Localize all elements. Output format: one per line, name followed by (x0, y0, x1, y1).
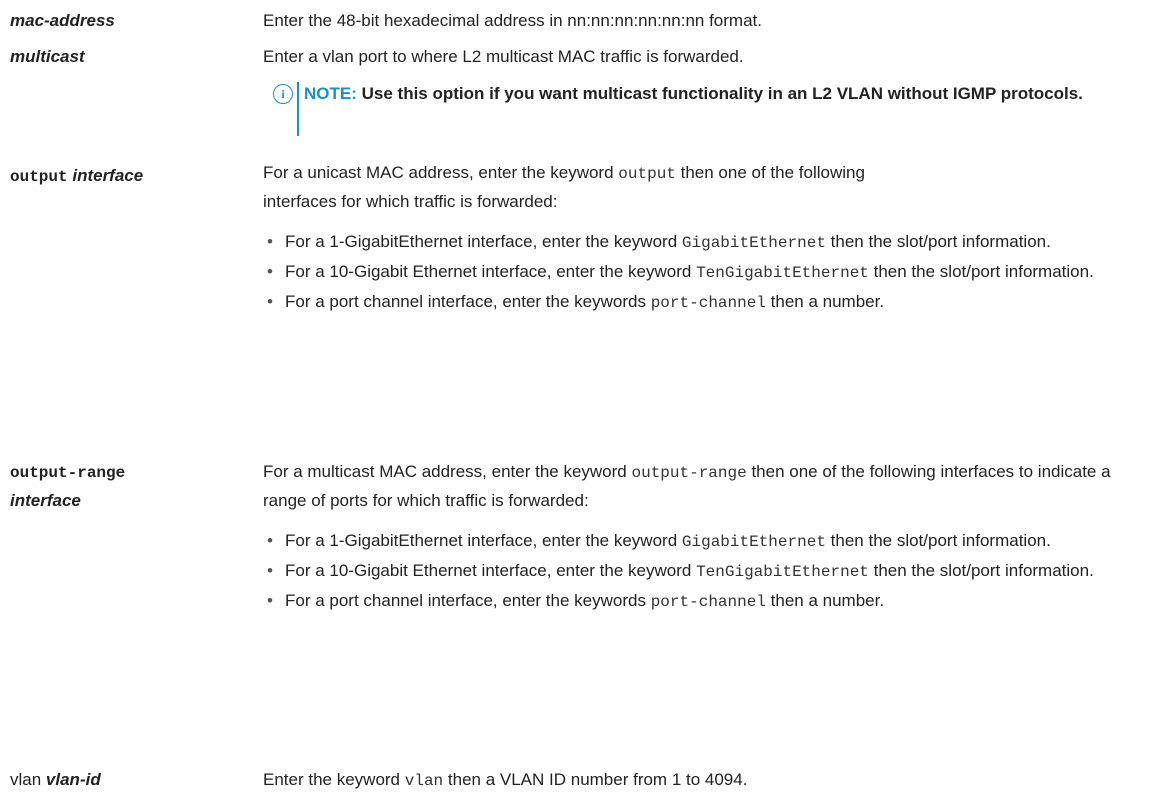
list-item: • For a port channel interface, enter the… (267, 292, 885, 312)
bullet-icon: • (267, 262, 273, 281)
list-item: • For a 1-GigabitEthernet interface, ente… (267, 232, 1051, 252)
param-term: vlan vlan-id (10, 767, 210, 793)
note-text: NOTE: Use this option if you want multic… (304, 80, 1124, 107)
param-desc: For a unicast MAC address, enter the key… (263, 159, 1142, 320)
param-desc: Enter the keyword vlan then a VLAN ID nu… (263, 770, 748, 790)
term-keyword: output-range (10, 464, 126, 482)
list-item: • For a 10-Gigabit Ethernet interface, en… (267, 262, 1094, 282)
term-keyword: vlan (10, 770, 42, 789)
interface-list: • For a 1-GigabitEthernet interface, ente… (263, 529, 1142, 614)
term-arg: interface (72, 166, 144, 185)
note-body: Use this option if you want multicast fu… (361, 84, 1083, 103)
list-item: • For a 10-Gigabit Ethernet interface, en… (267, 561, 1094, 581)
bullet-icon: • (267, 531, 273, 550)
desc-intro: For a unicast MAC address, enter the key… (263, 163, 865, 211)
param-desc: Enter the 48-bit hexadecimal address in … (263, 11, 762, 30)
param-term: multicast (10, 47, 85, 66)
term-keyword: output (10, 168, 68, 186)
list-item: • For a port channel interface, enter the… (267, 591, 885, 611)
bullet-icon: • (267, 232, 273, 251)
param-desc: Enter a vlan port to where L2 multicast … (263, 47, 744, 66)
info-icon: i (273, 84, 293, 104)
list-item: • For a 1-GigabitEthernet interface, ente… (267, 531, 1051, 551)
bullet-icon: • (267, 561, 273, 580)
interface-list: • For a 1-GigabitEthernet interface, ente… (263, 230, 1142, 315)
desc-keyword: output-range (631, 464, 747, 482)
param-term: output-range interface (10, 460, 210, 514)
bullet-icon: • (267, 591, 273, 610)
desc-intro: For a multicast MAC address, enter the k… (263, 462, 1111, 510)
term-arg: interface (10, 491, 81, 510)
param-term: mac-address (10, 11, 115, 30)
param-term: output interface (10, 163, 210, 190)
note-bar (297, 82, 299, 136)
desc-keyword: output (618, 165, 676, 183)
term-arg: vlan-id (45, 770, 101, 789)
desc-keyword: vlan (404, 772, 444, 790)
note-label: NOTE: (304, 84, 357, 103)
param-desc: For a multicast MAC address, enter the k… (263, 458, 1142, 619)
bullet-icon: • (267, 292, 273, 311)
